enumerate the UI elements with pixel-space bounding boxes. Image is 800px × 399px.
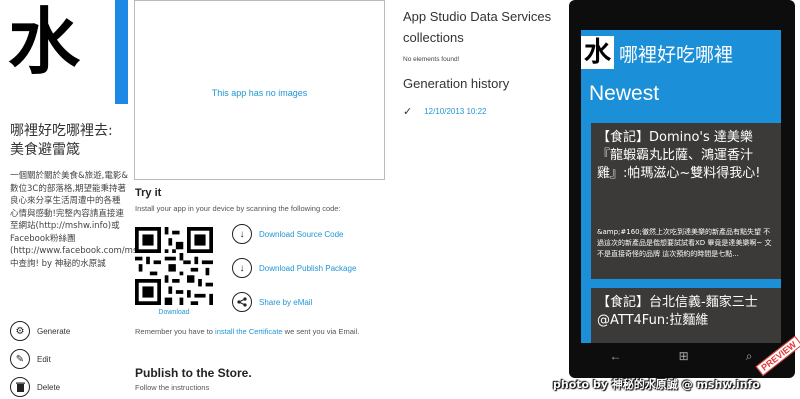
share-icon [232,292,252,312]
publish-heading: Publish to the Store. [135,366,252,380]
share-by-email-label: Share by eMail [259,297,313,307]
news-card-title: 【食記】台北信義-麵家三士@ATT4Fun:拉麵維 [597,295,758,328]
windows-icon[interactable]: ⊞ [679,349,689,363]
qr-code[interactable] [135,227,213,305]
delete-label: Delete [37,382,61,392]
gear-icon: ⚙ [10,321,30,341]
qr-download-label[interactable]: Download [135,309,213,316]
reminder-suffix: we sent you via Email. [282,327,360,336]
photo-watermark: photo by 神秘的水原誠 @ mshw.info [553,378,760,391]
news-card-title: 【食記】Domino's 達美樂『龍蝦霸丸比薩、鴻運香汁雞』:帕瑪滋心~雙料得我… [597,130,761,181]
trash-icon [10,377,30,397]
app-logo-glyph: 水 [8,0,81,84]
accent-bar [115,0,128,104]
data-services-heading: App Studio Data Services collections [403,9,552,45]
pencil-icon: ✎ [10,349,30,369]
app-title: 哪裡好吃哪裡去:美食避雷箴 [10,123,113,158]
generate-button[interactable]: ⚙ Generate [10,319,120,343]
download-publish-package-label: Download Publish Package [259,263,357,273]
download-source-code-link[interactable]: ↓ Download Source Code [232,223,344,245]
phone-nav-bar: ← ⊞ ⌕ [581,343,781,369]
news-card-body: &amp;#160;徹然上次吃到達美樂的新產品有點失望 不過這次的新產品是偕想要… [597,228,772,258]
publish-subtitle: Follow the instructions [135,383,210,392]
generate-label: Generate [37,326,71,336]
try-it-description: Install your app in your device by scann… [135,204,341,213]
phone-section-title: Newest [589,82,660,105]
edit-label: Edit [37,354,51,364]
search-icon[interactable]: ⌕ [746,349,753,364]
generation-entry: ✓ 12/10/2013 10:22 [403,105,487,118]
download-icon: ↓ [232,224,252,244]
download-publish-package-link[interactable]: ↓ Download Publish Package [232,257,356,279]
data-services-empty: No elements found! [403,56,460,63]
certificate-reminder: Remember you have to install the Certifi… [135,326,385,338]
phone-app-title: 哪裡好吃哪裡 [619,44,734,66]
news-card[interactable]: 【食記】台北信義-麵家三士@ATT4Fun:拉麵維 [591,288,781,343]
try-it-heading: Try it [135,187,162,199]
news-card[interactable]: 【食記】Domino's 達美樂『龍蝦霸丸比薩、鴻運香汁雞』:帕瑪滋心~雙料得我… [591,123,781,279]
share-by-email-link[interactable]: Share by eMail [232,291,312,313]
app-description: 一個關於關於美食&旅遊,電影&數位3C的部落格,期望能秉持著良心來分享生活周遭中… [10,171,171,269]
phone-screen: 水 哪裡好吃哪裡 Newest 【食記】Domino's 達美樂『龍蝦霸丸比薩、… [581,30,781,343]
delete-button[interactable]: Delete [10,375,120,399]
check-icon: ✓ [403,106,413,118]
phone-logo: 水 [581,36,614,69]
back-icon[interactable]: ← [610,349,622,363]
download-source-code-label: Download Source Code [259,229,344,239]
no-images-message: This app has no images [211,88,308,98]
download-icon: ↓ [232,258,252,278]
reminder-prefix: Remember you have to [135,327,216,336]
generation-date[interactable]: 12/10/2013 10:22 [424,107,486,116]
edit-button[interactable]: ✎ Edit [10,347,120,371]
install-certificate-link[interactable]: install the Certificate [215,327,283,336]
generation-history-heading: Generation history [403,76,510,91]
